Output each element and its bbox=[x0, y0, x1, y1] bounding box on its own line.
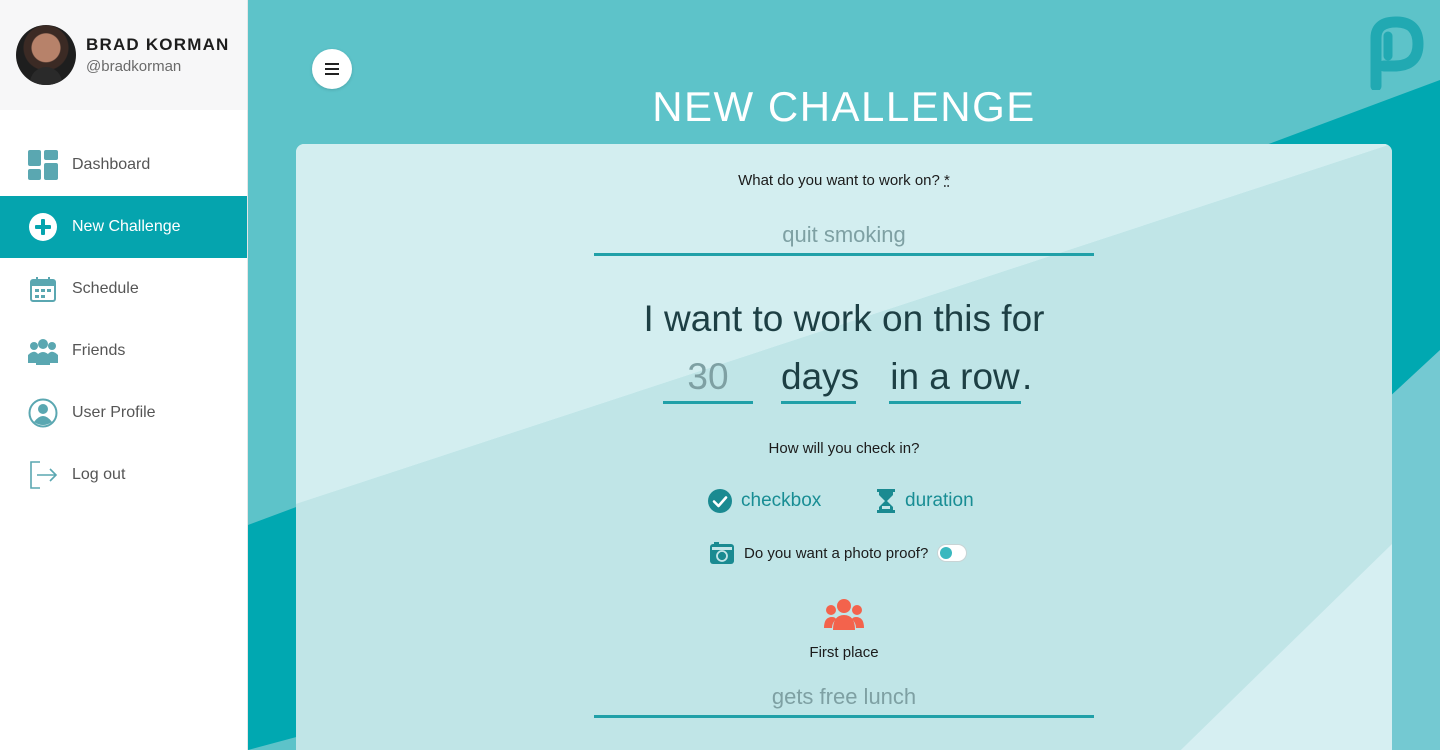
new-challenge-form: What do you want to work on? * I want to… bbox=[296, 144, 1392, 750]
photo-proof-row: Do you want a photo proof? bbox=[710, 540, 968, 566]
sidebar-item-label: User Profile bbox=[72, 404, 156, 421]
sidebar-item-log-out[interactable]: Log out bbox=[0, 444, 247, 506]
sidebar-item-user-profile[interactable]: User Profile bbox=[0, 382, 247, 444]
sidebar-item-label: New Challenge bbox=[72, 218, 181, 235]
people-group-icon bbox=[27, 335, 59, 367]
profile-handle: @bradkorman bbox=[86, 58, 182, 75]
sidebar-item-label: Dashboard bbox=[72, 156, 151, 173]
sidebar-item-new-challenge[interactable]: New Challenge bbox=[0, 196, 247, 258]
duration-number-input[interactable] bbox=[663, 352, 753, 404]
checkin-option-label: duration bbox=[905, 490, 974, 511]
first-place-label: First place bbox=[809, 644, 879, 661]
sidebar-item-label: Log out bbox=[72, 466, 126, 483]
plus-circle-icon bbox=[27, 211, 59, 243]
hamburger-icon bbox=[325, 63, 339, 75]
toggle-knob bbox=[940, 547, 953, 559]
duration-unit-select[interactable]: days bbox=[781, 352, 859, 404]
checkin-question-label: How will you check in? bbox=[768, 440, 920, 457]
sidebar-item-schedule[interactable]: Schedule bbox=[0, 258, 247, 320]
sidebar-item-dashboard[interactable]: Dashboard bbox=[0, 134, 247, 196]
required-mark: * bbox=[944, 172, 950, 189]
duration-row: days in a row . bbox=[296, 352, 1392, 408]
sidebar: BRAD KORMAN @bradkorman Dashboard New Ch… bbox=[0, 0, 248, 750]
goal-question-label: What do you want to work on? * bbox=[296, 172, 1392, 189]
checkin-option-duration[interactable]: duration bbox=[876, 486, 974, 516]
prize-input[interactable] bbox=[594, 678, 1094, 718]
goal-question-text: What do you want to work on? bbox=[738, 172, 940, 189]
duration-sentence: I want to work on this for bbox=[643, 298, 1045, 339]
dashboard-grid-icon bbox=[27, 149, 59, 181]
hourglass-icon bbox=[876, 489, 896, 513]
avatar[interactable] bbox=[16, 25, 76, 85]
sidebar-item-label: Schedule bbox=[72, 280, 139, 297]
sidebar-nav: Dashboard New Challenge Schedule Friends… bbox=[0, 134, 247, 506]
profile-header: BRAD KORMAN @bradkorman bbox=[0, 0, 247, 110]
checkin-option-checkbox[interactable]: checkbox bbox=[708, 486, 821, 516]
duration-mode-select[interactable]: in a row bbox=[889, 352, 1021, 404]
page-title: NEW CHALLENGE bbox=[652, 83, 1036, 130]
checkin-option-label: checkbox bbox=[741, 490, 822, 511]
app-logo-icon[interactable] bbox=[1362, 16, 1428, 90]
check-circle-icon bbox=[708, 489, 732, 513]
profile-name: BRAD KORMAN bbox=[86, 35, 230, 54]
goal-input[interactable] bbox=[594, 216, 1094, 256]
main-area: NEW CHALLENGE What do you want to work o… bbox=[248, 0, 1440, 750]
sidebar-item-friends[interactable]: Friends bbox=[0, 320, 247, 382]
calendar-icon bbox=[27, 273, 59, 305]
photo-proof-label: Do you want a photo proof? bbox=[744, 544, 929, 562]
photo-proof-toggle[interactable] bbox=[937, 544, 968, 562]
sentence-period: . bbox=[1022, 356, 1033, 397]
group-prize-icon bbox=[824, 599, 864, 630]
logout-arrow-icon bbox=[27, 459, 59, 491]
sidebar-item-label: Friends bbox=[72, 342, 126, 359]
profile-text: BRAD KORMAN @bradkorman bbox=[86, 35, 230, 75]
user-circle-icon bbox=[27, 397, 59, 429]
camera-icon bbox=[710, 542, 734, 564]
